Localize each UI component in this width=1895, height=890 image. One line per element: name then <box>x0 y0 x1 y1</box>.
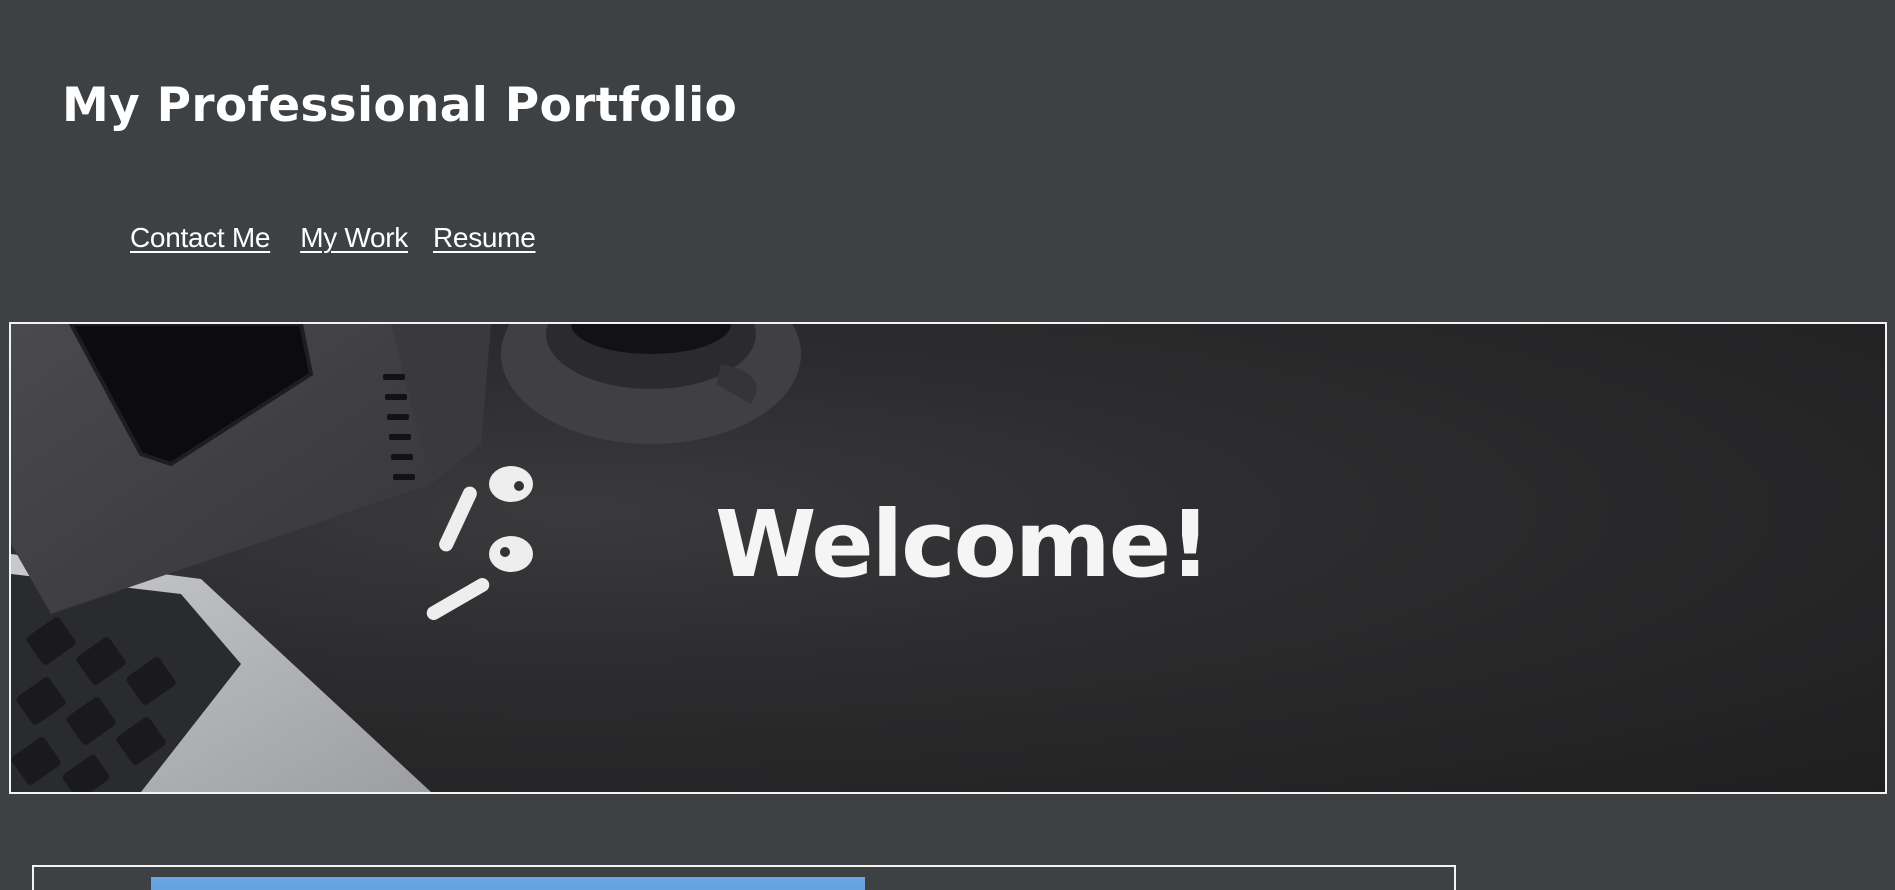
earbuds-icon <box>426 466 533 620</box>
nav-link-resume[interactable]: Resume <box>433 222 536 254</box>
hero-welcome-text: Welcome! <box>715 491 1211 598</box>
nav-link-my-work[interactable]: My Work <box>300 222 408 254</box>
project-thumbnail[interactable] <box>151 877 865 890</box>
nav-link-contact-me[interactable]: Contact Me <box>130 222 270 254</box>
main-nav: Contact Me My Work Resume <box>130 222 536 254</box>
portfolio-page: My Professional Portfolio Contact Me My … <box>0 0 1895 890</box>
coffee-cup-icon <box>501 324 801 444</box>
site-title: My Professional Portfolio <box>62 78 738 133</box>
project-card[interactable] <box>32 865 1456 890</box>
